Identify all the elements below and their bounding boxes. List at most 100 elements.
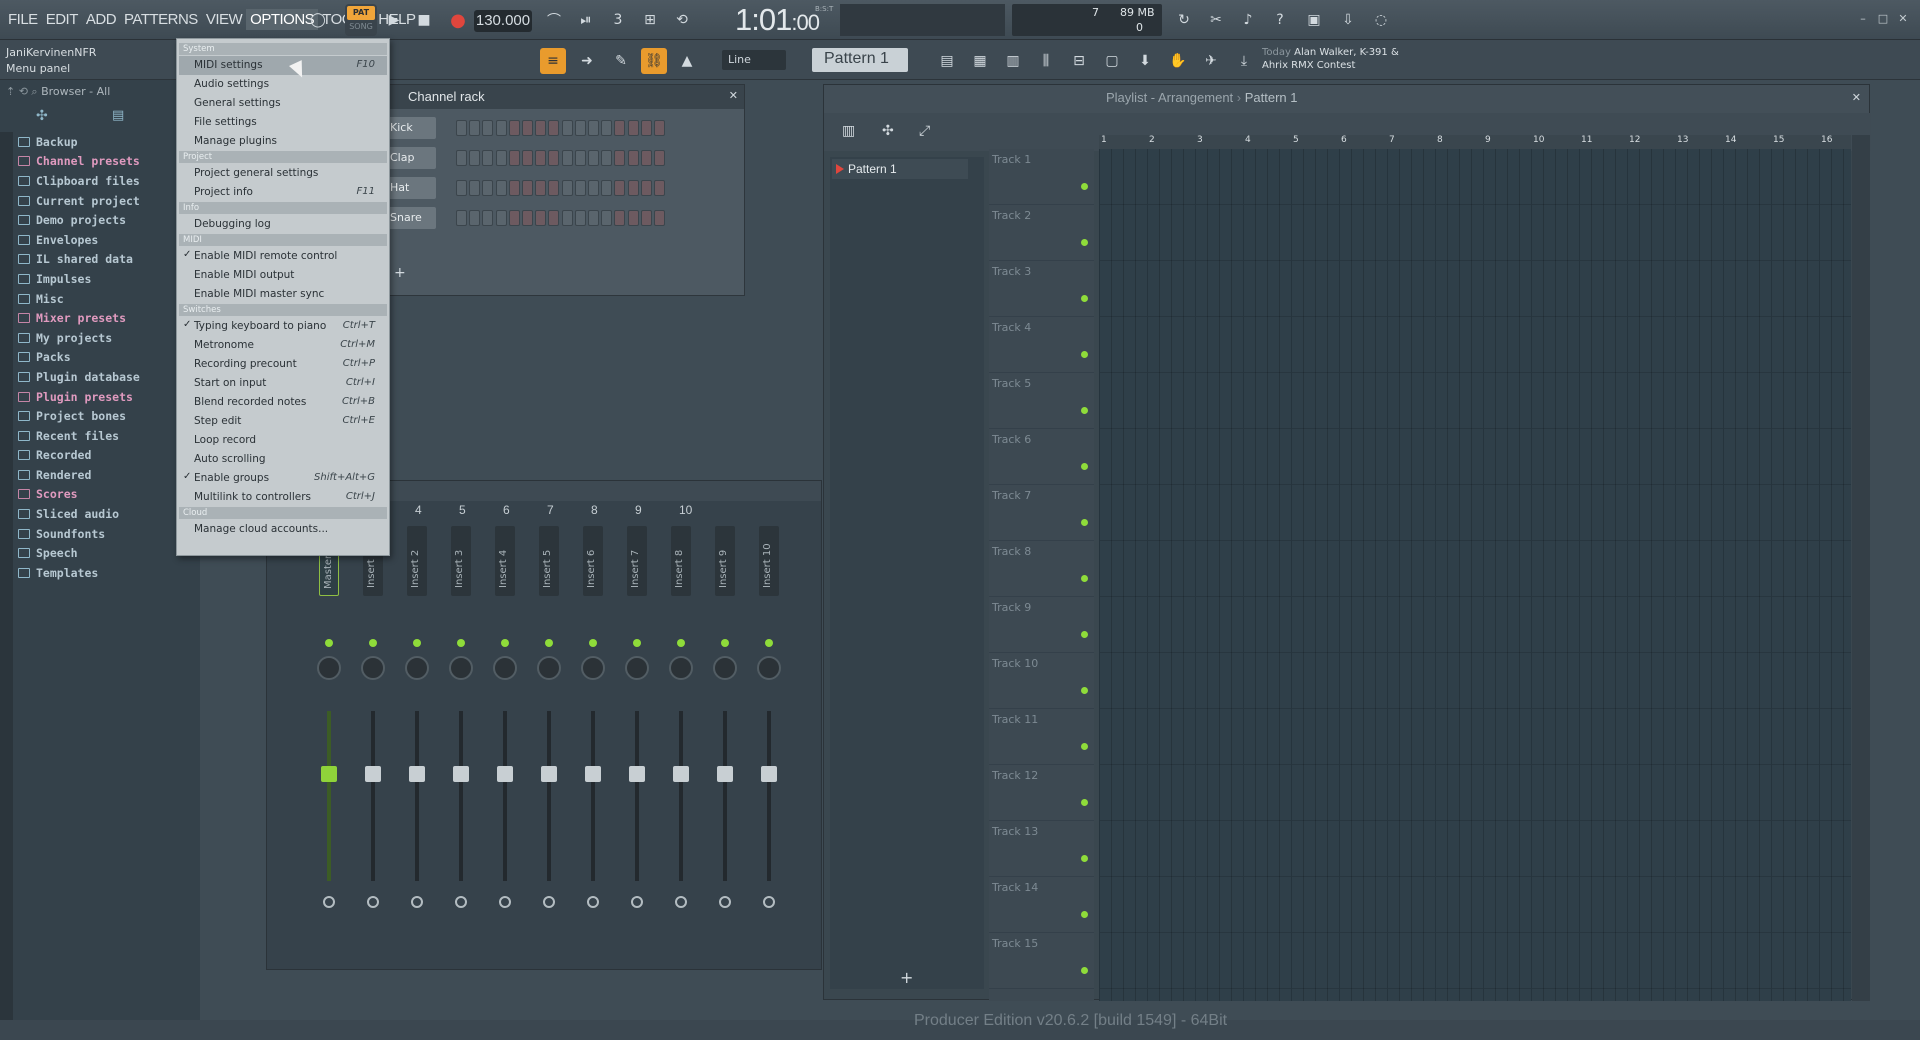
menu-item[interactable]: Enable MIDI output [179, 266, 387, 285]
channel-rack-title[interactable]: Channel rack [384, 85, 744, 109]
track-header[interactable]: Track 4 [989, 317, 1094, 373]
send-knob[interactable] [367, 896, 379, 908]
browser-item[interactable]: Rendered [18, 465, 198, 485]
menu-item[interactable]: File settings [179, 113, 387, 132]
mixer-insert-strip[interactable]: Insert 7 [621, 526, 661, 956]
step-button[interactable] [535, 120, 547, 136]
mixer-strip-name[interactable]: Insert 4 [495, 526, 515, 596]
track-header[interactable]: Track 3 [989, 261, 1094, 317]
playlist-scrollbar[interactable] [1852, 135, 1870, 1001]
menu-item[interactable]: Metronome Ctrl+M [179, 336, 387, 355]
minimize-icon[interactable]: – [1856, 12, 1870, 26]
mixer-strip-name[interactable]: Insert 8 [671, 526, 691, 596]
step-button[interactable] [548, 180, 560, 196]
pan-knob[interactable] [317, 656, 341, 680]
menu-item[interactable]: ✓ Enable groups Shift+Alt+G [179, 469, 387, 488]
wait-for-input-icon[interactable]: ⏯ [572, 6, 600, 34]
step-button[interactable] [561, 180, 573, 196]
step-button[interactable] [640, 120, 652, 136]
browser-item[interactable]: Soundfonts [18, 524, 198, 544]
mute-led[interactable] [765, 639, 773, 647]
mixer-strip-name[interactable]: Insert 10 [759, 526, 779, 596]
browser-item[interactable]: Packs [18, 348, 198, 368]
browser-item[interactable]: Plugin presets [18, 387, 198, 407]
track-mute-led[interactable] [1081, 799, 1088, 806]
step-button[interactable] [601, 180, 613, 196]
browser-item[interactable]: Impulses [18, 269, 198, 289]
track-header[interactable]: Track 13 [989, 821, 1094, 877]
step-button[interactable] [601, 150, 613, 166]
menu-item[interactable]: Manage cloud accounts... [179, 520, 387, 539]
pan-knob[interactable] [405, 656, 429, 680]
browser-item[interactable]: Speech [18, 543, 198, 563]
step-button[interactable] [574, 180, 586, 196]
browser-item[interactable]: Clipboard files [18, 171, 198, 191]
stop-icon[interactable]: ■ [410, 6, 438, 34]
undo-history-icon[interactable]: ↻ [1170, 6, 1198, 34]
menu-item[interactable]: Debugging log [179, 215, 387, 234]
step-button[interactable] [614, 210, 626, 226]
step-button[interactable] [522, 180, 533, 196]
track-mute-led[interactable] [1081, 911, 1088, 918]
browser-item[interactable]: Envelopes [18, 230, 198, 250]
step-button[interactable] [456, 180, 467, 196]
browser-item[interactable]: Scores [18, 485, 198, 505]
timeline-ruler[interactable]: 1 2 3 4 5 6 7 8 9 10 11 12 13 14 15 16 [1099, 135, 1851, 149]
browser-item[interactable]: Demo projects [18, 210, 198, 230]
step-button[interactable] [614, 150, 626, 166]
step-button[interactable] [654, 180, 665, 196]
snap-tools-icon[interactable]: ✣ [882, 123, 894, 139]
step-button[interactable] [548, 120, 560, 136]
step-button[interactable] [548, 210, 560, 226]
browser-item[interactable]: Misc [18, 289, 198, 309]
maximize-icon[interactable]: □ [1876, 12, 1890, 26]
mute-led[interactable] [501, 639, 509, 647]
browser-item[interactable]: Mixer presets [18, 308, 198, 328]
mute-led[interactable] [325, 639, 333, 647]
step-button[interactable] [627, 210, 639, 226]
slide-icon[interactable]: ⤢ [919, 123, 930, 139]
link-icon[interactable]: ⛓ [641, 48, 667, 74]
pan-knob[interactable] [449, 656, 473, 680]
volume-fader[interactable] [365, 766, 381, 782]
menu-item[interactable]: Auto scrolling [179, 450, 387, 469]
browser-item[interactable]: Plugin database [18, 367, 198, 387]
track-header[interactable]: Track 5 [989, 373, 1094, 429]
mute-led[interactable] [633, 639, 641, 647]
menu-add[interactable]: ADD [82, 9, 120, 30]
mute-led[interactable] [721, 639, 729, 647]
volume-fader[interactable] [409, 766, 425, 782]
step-button[interactable] [588, 150, 599, 166]
step-button[interactable] [469, 210, 481, 226]
step-button[interactable] [627, 180, 639, 196]
browser-item[interactable]: Channel presets [18, 152, 198, 172]
send-knob[interactable] [455, 896, 467, 908]
step-button[interactable] [522, 120, 533, 136]
menu-item[interactable]: Enable MIDI master sync [179, 285, 387, 304]
browser-icon[interactable]: ⊟ [1066, 48, 1092, 74]
step-button[interactable] [456, 210, 467, 226]
volume-fader[interactable] [541, 766, 557, 782]
step-button[interactable] [588, 120, 599, 136]
mixer-strip-name[interactable]: Insert 9 [715, 526, 735, 596]
browser-item[interactable]: Sliced audio [18, 504, 198, 524]
browser-item[interactable]: Templates [18, 563, 198, 583]
step-button[interactable] [561, 210, 573, 226]
step-button[interactable] [482, 180, 494, 196]
step-button[interactable] [614, 180, 626, 196]
microphone-icon[interactable]: ♪ [1234, 6, 1262, 34]
mute-led[interactable] [589, 639, 597, 647]
metronome-icon[interactable]: ⌒ [540, 6, 568, 34]
step-button[interactable] [574, 120, 586, 136]
render-icon[interactable]: ⇩ [1334, 6, 1362, 34]
mixer-strip-name[interactable]: Insert 6 [583, 526, 603, 596]
step-button[interactable] [640, 180, 652, 196]
channel-rack-icon[interactable]: ▥ [1000, 48, 1026, 74]
mixer-strip-name[interactable]: Insert 7 [627, 526, 647, 596]
step-button[interactable] [574, 150, 586, 166]
mute-led[interactable] [545, 639, 553, 647]
track-mute-led[interactable] [1081, 855, 1088, 862]
send-knob[interactable] [763, 896, 775, 908]
mixer-insert-strip[interactable]: Insert 10 [753, 526, 793, 956]
send-knob[interactable] [719, 896, 731, 908]
